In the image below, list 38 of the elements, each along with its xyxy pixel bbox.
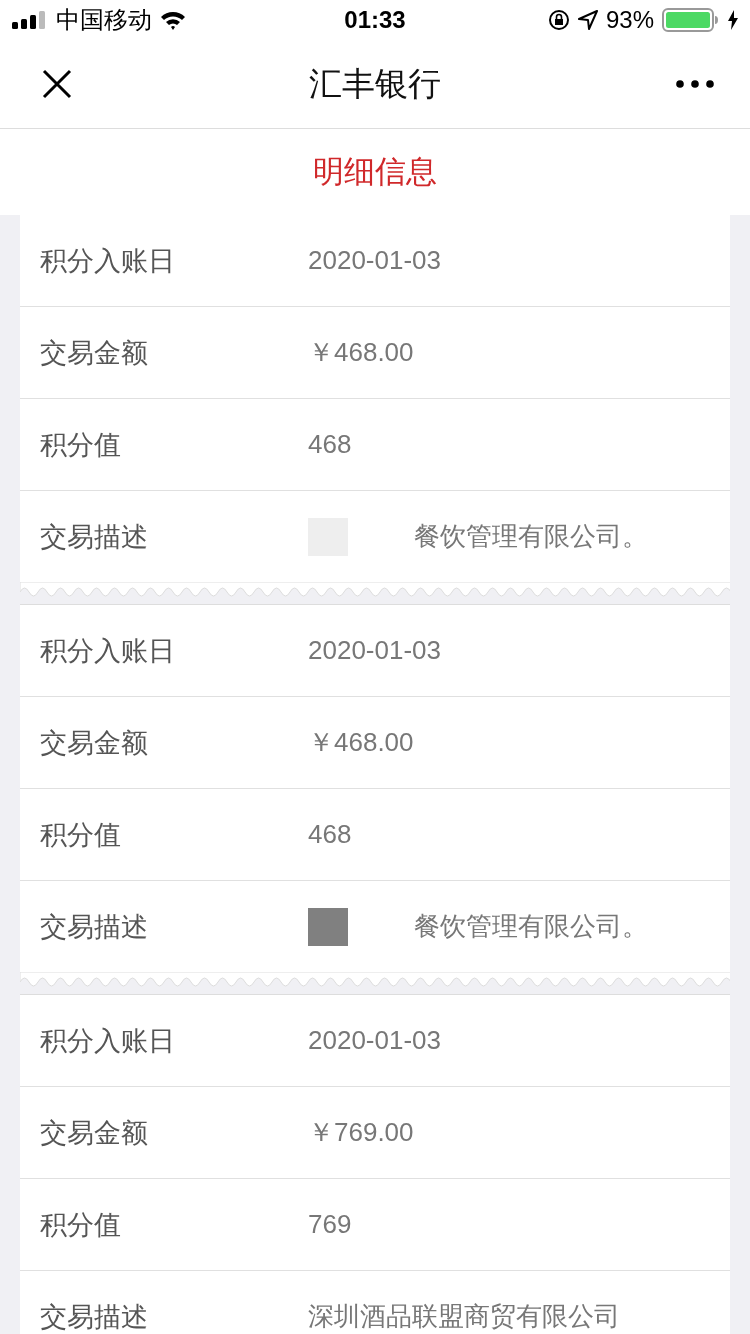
- field-label: 交易金额: [40, 725, 149, 760]
- field-value: ￥769.00: [308, 1116, 414, 1149]
- rotation-lock-icon: [547, 9, 570, 31]
- battery-icon: [662, 8, 720, 32]
- status-time: 01:33: [344, 6, 406, 34]
- section-title: 明细信息: [313, 152, 437, 191]
- field-value: 2020-01-03: [308, 1025, 441, 1056]
- field-value: 深圳酒品联盟商贸有限公司: [308, 1300, 620, 1333]
- field-label: 积分入账日: [40, 243, 176, 278]
- field-label: 积分值: [40, 427, 122, 462]
- close-icon[interactable]: [42, 69, 72, 99]
- wifi-icon: [160, 10, 186, 30]
- battery-percent: 93%: [605, 6, 654, 34]
- field-value: 468: [308, 819, 352, 850]
- field-label: 积分值: [40, 1207, 122, 1242]
- field-label: 积分入账日: [40, 1023, 176, 1058]
- field-value: 2020-01-03: [308, 635, 441, 666]
- more-icon[interactable]: [676, 80, 714, 88]
- location-arrow-icon: [577, 10, 598, 30]
- field-value: 餐饮管理有限公司。: [414, 910, 648, 943]
- page-title: 汇丰银行: [309, 62, 441, 105]
- field-value: 468: [308, 429, 352, 460]
- field-label: 积分值: [40, 817, 122, 852]
- charging-icon: [728, 10, 738, 30]
- carrier-name: 中国移动: [56, 5, 152, 35]
- field-label: 交易描述: [40, 909, 149, 944]
- field-label: 交易描述: [40, 519, 149, 554]
- field-value: ￥468.00: [308, 336, 414, 369]
- signal-icon: [12, 11, 48, 29]
- field-value: 餐饮管理有限公司。: [414, 520, 648, 553]
- field-label: 交易金额: [40, 1115, 149, 1150]
- field-label: 交易描述: [40, 1299, 149, 1334]
- field-value: 769: [308, 1209, 352, 1240]
- field-label: 积分入账日: [40, 633, 176, 668]
- field-label: 交易金额: [40, 335, 149, 370]
- redaction-mark: [308, 907, 348, 946]
- field-value: 2020-01-03: [308, 245, 441, 276]
- field-value: ￥468.00: [308, 726, 414, 759]
